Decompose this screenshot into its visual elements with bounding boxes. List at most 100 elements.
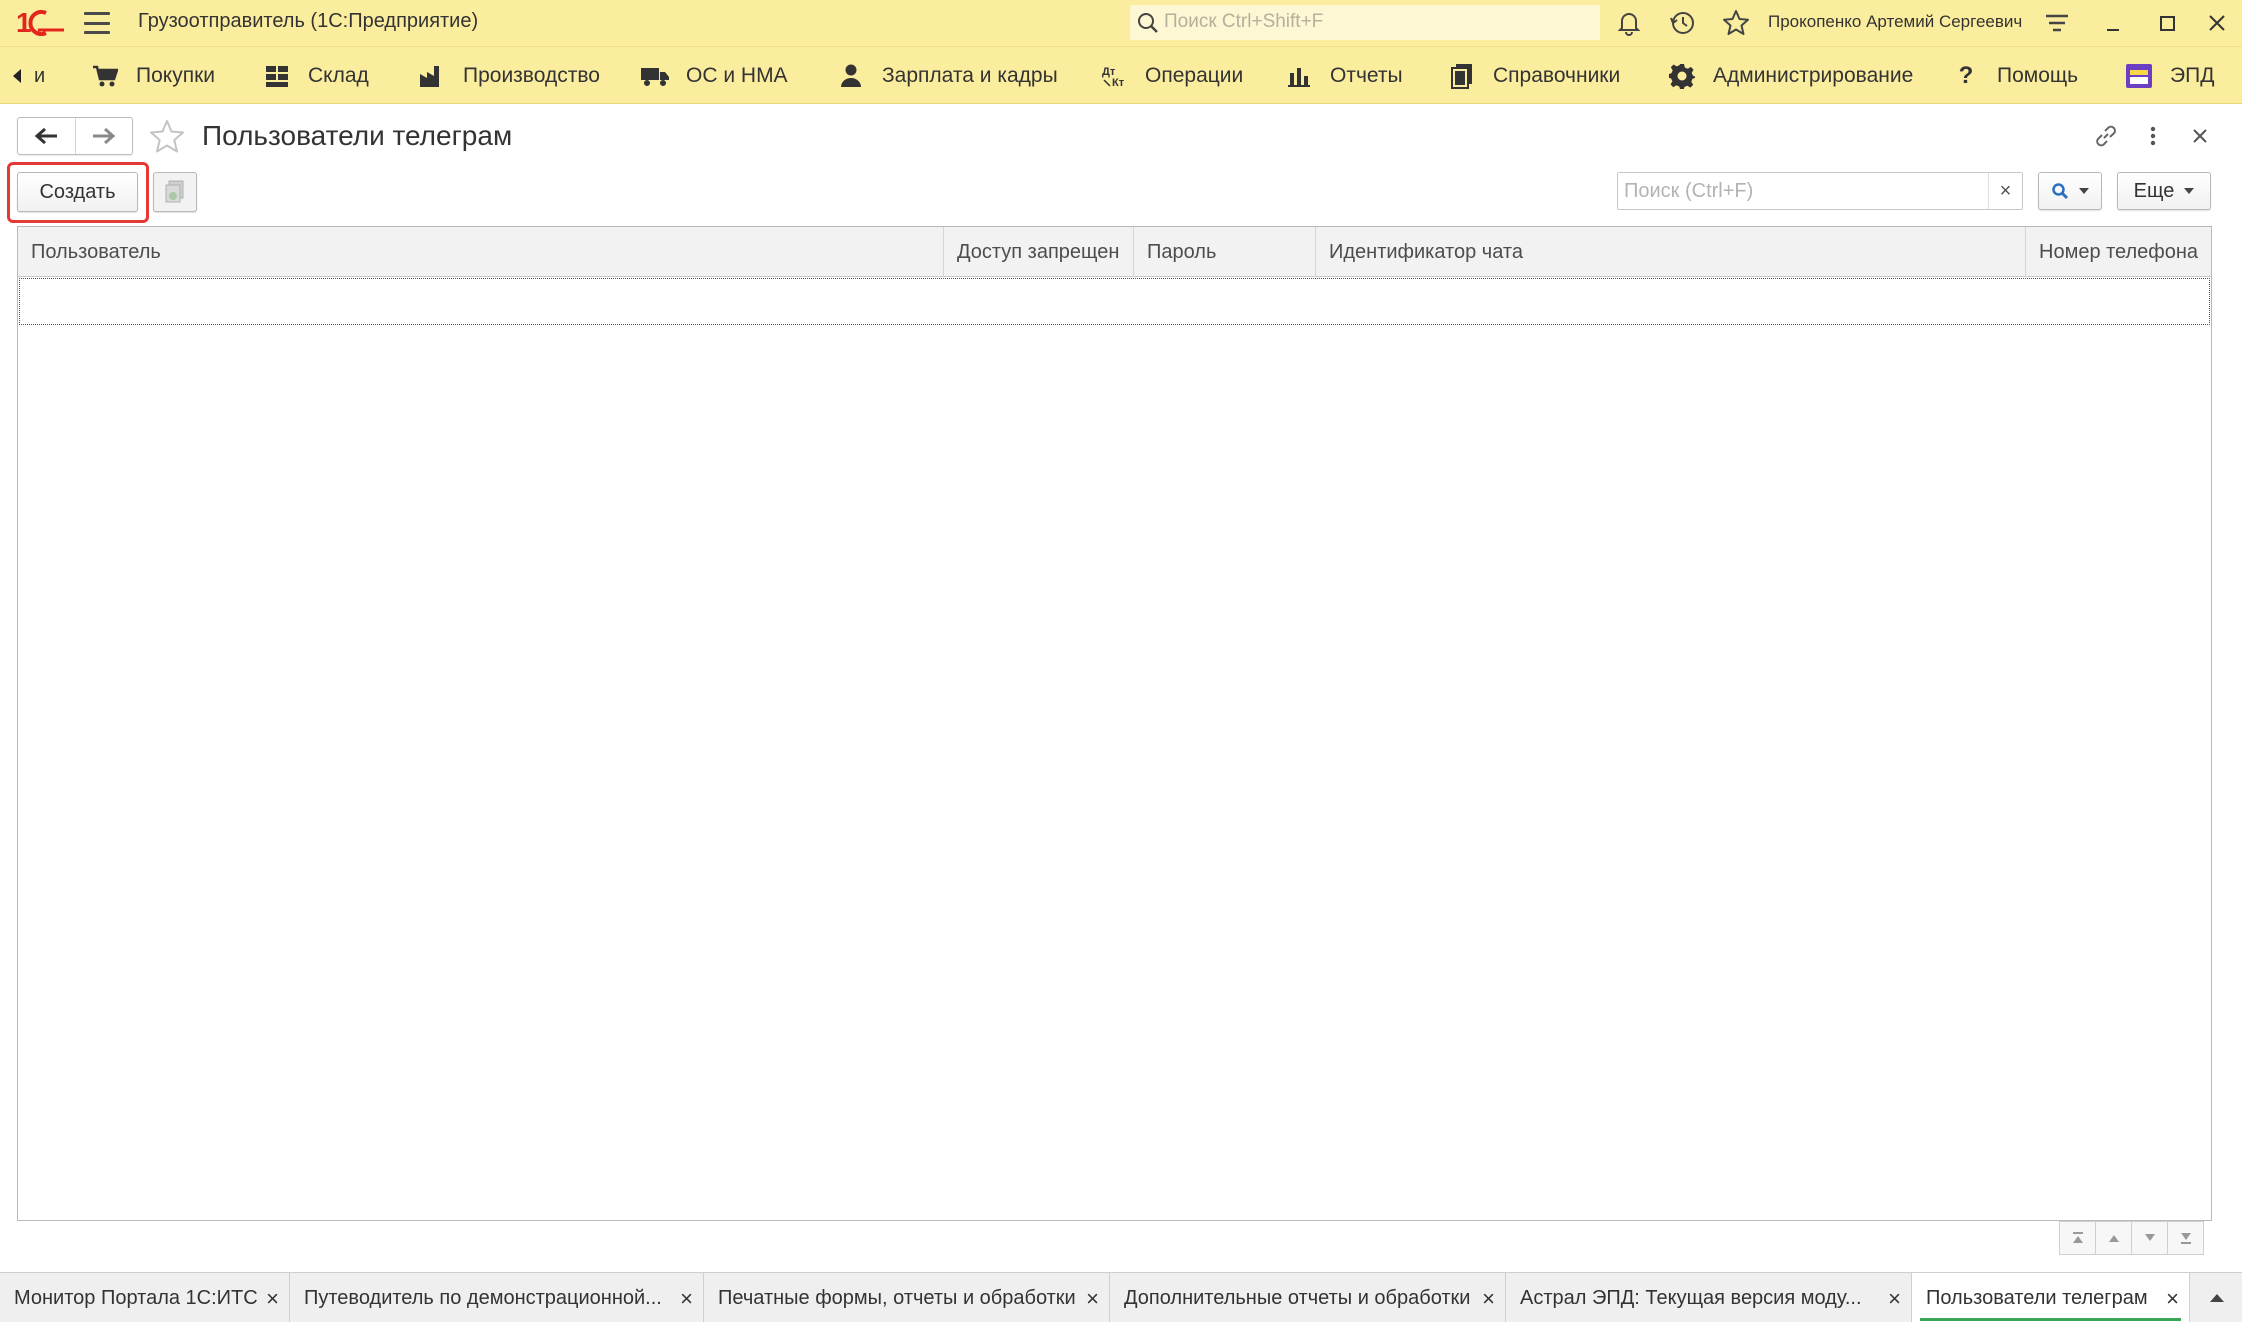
section-label: Зарплата и кадры (882, 64, 1058, 87)
maximize-icon[interactable] (2150, 6, 2184, 40)
minimize-icon[interactable] (2096, 6, 2130, 40)
close-tab-icon[interactable]: × (1888, 1286, 1901, 1312)
section-label: Администрирование (1713, 64, 1914, 87)
window-tab[interactable]: Дополнительные отчеты и обработки × (1110, 1273, 1506, 1322)
bar-chart-icon (1284, 61, 1314, 91)
column-header-user[interactable]: Пользователь (18, 227, 944, 277)
truck-icon (640, 61, 670, 91)
cart-icon (90, 61, 120, 91)
epd-icon (2124, 61, 2154, 91)
clear-search-button[interactable]: × (1988, 173, 2022, 209)
factory-icon (417, 61, 447, 91)
bell-icon[interactable] (1614, 8, 1644, 38)
section-label: Отчеты (1330, 64, 1403, 87)
section-label: Склад (308, 64, 369, 87)
window-tab[interactable]: Печатные формы, отчеты и обработки × (704, 1273, 1110, 1322)
find-button[interactable] (2038, 172, 2102, 210)
column-header-chat-id[interactable]: Идентификатор чата (1316, 227, 2026, 277)
form-title: Пользователи телеграм (202, 120, 513, 151)
window-tab[interactable]: Астрал ЭПД: Текущая версия моду... × (1506, 1273, 1912, 1322)
section-production[interactable]: Производство (417, 47, 600, 105)
scroll-up-icon (2108, 1235, 2119, 1242)
section-operations[interactable]: Дт Кт Операции (1099, 47, 1243, 105)
scroll-down-icon (2144, 1234, 2155, 1241)
section-purchases[interactable]: Покупки (90, 47, 215, 105)
scroll-up-button[interactable] (2095, 1221, 2132, 1255)
search-icon (2052, 183, 2069, 200)
close-tab-icon[interactable]: × (2166, 1286, 2179, 1312)
settings-menu-icon[interactable] (2040, 6, 2074, 40)
close-tab-icon[interactable]: × (1086, 1286, 1099, 1312)
expand-windows-icon[interactable] (2206, 1287, 2228, 1309)
table-scroll-buttons (2059, 1221, 2204, 1257)
scroll-to-bottom-button[interactable] (2167, 1221, 2204, 1255)
add-to-favorites-icon[interactable] (148, 118, 186, 156)
create-button[interactable]: Создать (17, 172, 138, 212)
title-bar: 1 Грузоотправитель (1С:Предприятие) Прок… (0, 0, 2242, 46)
more-button[interactable]: Еще (2117, 172, 2211, 210)
favorites-star-icon[interactable] (1721, 8, 1751, 38)
search-icon (1138, 13, 1158, 33)
scroll-top-icon (2072, 1232, 2083, 1243)
chevron-down-icon (2079, 188, 2089, 194)
close-tab-icon[interactable]: × (680, 1286, 693, 1312)
section-administration[interactable]: Администрирование (1667, 47, 1913, 105)
navigation-buttons (17, 117, 133, 155)
scroll-to-top-button[interactable] (2059, 1221, 2096, 1255)
forward-button[interactable] (74, 118, 133, 154)
scroll-bottom-icon (2180, 1233, 2191, 1244)
current-user[interactable]: Прокопенко Артемий Сергеевич (1768, 12, 2022, 32)
scroll-down-button[interactable] (2131, 1221, 2168, 1255)
section-reports[interactable]: Отчеты (1284, 47, 1403, 105)
operations-icon: Дт Кт (1099, 61, 1129, 91)
person-icon (836, 61, 866, 91)
window-tab-label: Дополнительные отчеты и обработки (1124, 1286, 1471, 1309)
section-help[interactable]: ? Помощь (1951, 47, 2078, 105)
history-icon[interactable] (1668, 8, 1698, 38)
global-search-input[interactable] (1164, 11, 1584, 33)
close-window-icon[interactable] (2200, 6, 2234, 40)
chevron-down-icon (2184, 188, 2195, 194)
window-tab-label: Пользователи телеграм (1926, 1286, 2148, 1309)
warehouse-icon (262, 61, 292, 91)
back-button[interactable] (18, 118, 75, 154)
question-icon: ? (1958, 62, 1974, 89)
copy-icon (165, 180, 184, 203)
section-epd[interactable]: ЭПД (2124, 47, 2214, 105)
sections-panel: и Покупки Склад Производство ОС и НМА За… (0, 46, 2242, 104)
section-fixed-assets[interactable]: ОС и НМА (640, 47, 788, 105)
section-label: Помощь (1997, 64, 2079, 87)
arrow-right-icon (92, 127, 116, 145)
window-tab-label: Путеводитель по демонстрационной... (304, 1286, 662, 1309)
arrow-left-icon (34, 127, 58, 145)
link-icon[interactable] (2090, 120, 2122, 152)
column-header-phone[interactable]: Номер телефона (2026, 227, 2213, 277)
section-label: Покупки (136, 64, 215, 87)
main-menu-icon[interactable] (84, 12, 110, 34)
section-truncated-label[interactable]: и (34, 65, 45, 88)
close-tab-icon[interactable]: × (1482, 1286, 1495, 1312)
more-actions-icon[interactable] (2137, 120, 2169, 152)
list-search-input[interactable] (1624, 180, 1974, 203)
section-catalogs[interactable]: Справочники (1447, 47, 1620, 105)
close-tab-icon[interactable]: × (266, 1286, 279, 1312)
more-button-label: Еще (2133, 179, 2175, 202)
section-label: Производство (463, 64, 600, 87)
scroll-left-icon[interactable] (10, 67, 24, 85)
table-row[interactable] (19, 278, 2210, 325)
section-warehouse[interactable]: Склад (262, 47, 369, 105)
column-header-access-denied[interactable]: Доступ запрещен (944, 227, 1134, 277)
close-form-icon[interactable] (2184, 120, 2216, 152)
books-icon (1447, 61, 1477, 91)
copy-button[interactable] (153, 172, 197, 212)
column-header-password[interactable]: Пароль (1134, 227, 1316, 277)
gear-icon (1667, 61, 1697, 91)
table-header: Пользователь Доступ запрещен Пароль Иден… (18, 227, 2211, 277)
global-search[interactable] (1130, 5, 1600, 40)
window-tab-label: Монитор Портала 1С:ИТС (14, 1286, 258, 1309)
window-tab[interactable]: Путеводитель по демонстрационной... × (290, 1273, 704, 1322)
1c-logo-icon[interactable]: 1 (16, 6, 66, 40)
window-tab-active[interactable]: Пользователи телеграм × (1912, 1273, 2190, 1322)
section-salary-hr[interactable]: Зарплата и кадры (836, 47, 1058, 105)
window-tab[interactable]: Монитор Портала 1С:ИТС × (0, 1273, 290, 1322)
